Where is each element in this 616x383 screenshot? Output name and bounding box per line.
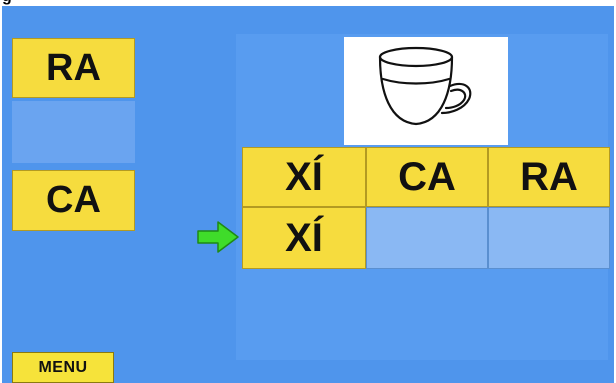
answer-cell-1-text: XÍ (285, 154, 323, 199)
answer-cell-3-text: RA (520, 154, 578, 199)
picture-card (344, 37, 508, 145)
menu-button[interactable]: MENU (12, 352, 114, 383)
answer-cell-1: XÍ (242, 147, 366, 207)
input-cell-2[interactable] (366, 207, 488, 269)
word-tile-ra[interactable]: RA (12, 38, 135, 98)
answer-cell-3: RA (488, 147, 610, 207)
input-cell-2-text (367, 208, 487, 268)
input-cell-3-text (489, 208, 609, 268)
answer-cell-2: CA (366, 147, 488, 207)
green-arrow-right-icon (197, 221, 239, 253)
input-cell-3[interactable] (488, 207, 610, 269)
answer-cell-2-text: CA (398, 154, 456, 199)
empty-tile-slot (12, 101, 135, 163)
word-tile-ca[interactable]: CA (12, 170, 135, 231)
input-cell-1-text: XÍ (285, 215, 323, 260)
input-cell-1[interactable]: XÍ (242, 207, 366, 269)
cup-icon (378, 46, 472, 126)
